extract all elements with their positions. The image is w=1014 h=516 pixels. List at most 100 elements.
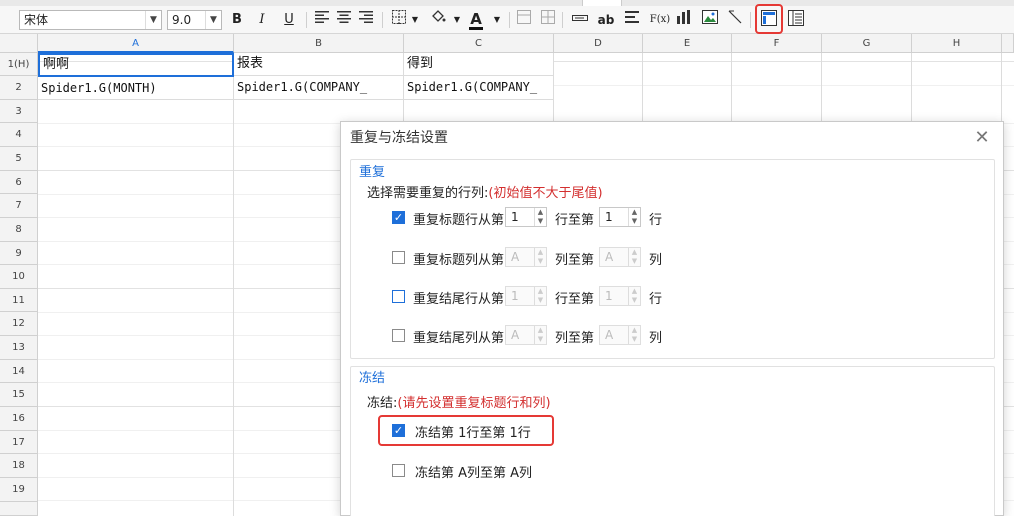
cell-c1[interactable]: 得到 [404,53,554,76]
repeat-footer-col-end-stepper[interactable]: A ▲ ▼ [599,325,641,345]
repeat-title-col-unit: 列 [649,253,663,268]
font-family-select[interactable]: 宋体 ▼ [19,10,162,30]
column-header-d[interactable]: D [554,34,643,53]
repeat-title-row-end-stepper[interactable]: 1 ▲ ▼ [599,207,641,227]
repeat-title-col-checkbox[interactable] [392,251,405,264]
cell-c2[interactable]: Spider1.G(COMPANY_ [404,77,554,100]
row-header[interactable]: 7 [0,194,38,218]
column-header-c[interactable]: C [404,34,554,53]
row-header[interactable]: 4 [0,123,38,147]
row-header[interactable]: 15 [0,383,38,407]
row-header[interactable]: 1(H) [0,53,38,76]
row-header[interactable]: 2 [0,76,38,100]
row-header[interactable]: 14 [0,360,38,383]
chevron-up-icon[interactable]: ▲ [534,208,546,217]
underline-button[interactable]: U [279,10,299,30]
repeat-title-col-end-stepper[interactable]: A ▲ ▼ [599,247,641,267]
report-settings-icon[interactable] [786,10,806,30]
column-header-f[interactable]: F [732,34,822,53]
row-header[interactable]: 9 [0,242,38,265]
chevron-down-icon[interactable]: ▼ [628,335,640,344]
chevron-down-icon[interactable]: ▼ [534,335,546,344]
chevron-down-icon[interactable]: ▼ [628,296,640,305]
repeat-footer-col-start-stepper[interactable]: A ▲ ▼ [505,325,547,345]
formula-button[interactable]: F(x) [648,10,672,30]
align-right-icon[interactable] [356,10,376,30]
row-header[interactable]: 5 [0,147,38,171]
chevron-up-icon[interactable]: ▲ [534,287,546,296]
row-header[interactable]: 10 [0,265,38,289]
chevron-down-icon[interactable]: ▼ [487,10,507,30]
chevron-down-icon[interactable]: ▼ [534,296,546,305]
chevron-down-icon[interactable]: ▼ [405,10,425,30]
text-field-icon[interactable] [570,10,590,30]
row-header[interactable]: 13 [0,336,38,360]
fill-color-icon[interactable] [428,10,448,30]
row-header[interactable]: 3 [0,100,38,123]
chevron-down-icon[interactable]: ▼ [534,217,546,226]
freeze-row-checkbox[interactable]: ✓ [392,424,405,437]
column-header-next[interactable] [1002,34,1014,53]
cell-a2[interactable]: Spider1.G(MONTH) [38,77,234,100]
row-header[interactable]: 11 [0,289,38,312]
repeat-title-row-checkbox[interactable]: ✓ [392,211,405,224]
chevron-up-icon[interactable]: ▲ [534,326,546,335]
font-family-value: 宋体 [24,13,49,27]
column-header-g[interactable]: G [822,34,912,53]
cell-b2[interactable]: Spider1.G(COMPANY_ [234,77,404,100]
repeat-title-col-label: 重复标题列从第 [413,253,505,268]
row-header[interactable] [0,502,38,516]
bar-chart-icon[interactable] [674,10,694,30]
column-header-h[interactable]: H [912,34,1002,53]
row-header[interactable]: 16 [0,407,38,431]
close-icon[interactable]: ✕ [972,128,992,148]
freeze-col-checkbox[interactable] [392,464,405,477]
font-color-icon[interactable]: A [466,10,486,30]
repeat-title-row-start-stepper[interactable]: 1 ▲ ▼ [505,207,547,227]
paragraph-icon[interactable] [622,10,642,30]
merge-cells-icon[interactable] [514,10,534,30]
repeat-title-col-start-stepper[interactable]: A ▲ ▼ [505,247,547,267]
chevron-down-icon[interactable]: ▼ [145,11,161,29]
align-left-icon[interactable] [312,10,332,30]
row-header[interactable]: 18 [0,454,38,478]
cell-b1[interactable]: 报表 [234,53,404,76]
bold-button[interactable]: B [227,10,247,30]
row-header[interactable]: 17 [0,431,38,454]
chevron-up-icon[interactable]: ▲ [628,326,640,335]
chevron-down-icon[interactable]: ▼ [205,11,221,29]
text-button[interactable]: ab [596,10,616,30]
row-header[interactable]: 8 [0,218,38,242]
chevron-up-icon[interactable]: ▲ [628,248,640,257]
chevron-down-icon[interactable]: ▼ [534,257,546,266]
chevron-up-icon[interactable]: ▲ [628,287,640,296]
align-center-icon[interactable] [334,10,354,30]
chevron-down-icon[interactable]: ▼ [628,257,640,266]
chevron-down-icon[interactable]: ▼ [447,10,467,30]
repeat-footer-row-end-stepper[interactable]: 1 ▲ ▼ [599,286,641,306]
split-cells-icon[interactable] [538,10,558,30]
toolbar-separator [562,12,563,28]
repeat-footer-col-checkbox[interactable] [392,329,405,342]
column-header-e[interactable]: E [643,34,732,53]
repeat-footer-row-start-stepper[interactable]: 1 ▲ ▼ [505,286,547,306]
repeat-title-row-label: 重复标题行从第 [413,213,505,228]
chevron-up-icon[interactable]: ▲ [534,248,546,257]
column-header-a[interactable]: A [38,34,234,53]
row-header[interactable]: 12 [0,312,38,336]
freeze-repeat-icon[interactable] [759,10,779,30]
chevron-down-icon[interactable]: ▼ [628,217,640,226]
image-icon[interactable] [700,10,720,30]
slash-icon[interactable] [726,10,746,30]
italic-button[interactable]: I [252,10,272,30]
column-header-b[interactable]: B [234,34,404,53]
active-tab[interactable] [582,0,622,6]
freeze-prompt-text: 冻结: [367,396,398,411]
select-all-corner[interactable] [0,34,38,53]
repeat-footer-row-checkbox[interactable] [392,290,405,303]
chevron-up-icon[interactable]: ▲ [628,208,640,217]
row-header[interactable]: 6 [0,171,38,194]
row-header[interactable]: 19 [0,478,38,502]
cell-a1[interactable]: 啊啊 [38,53,234,77]
font-size-select[interactable]: 9.0 ▼ [167,10,222,30]
